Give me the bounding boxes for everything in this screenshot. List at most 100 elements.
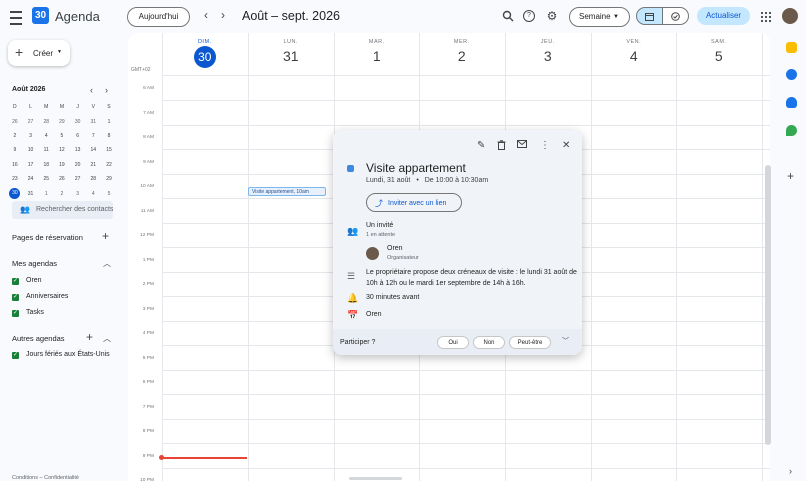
settings-gear-icon[interactable]: ⚙ [546,10,558,22]
search-icon[interactable] [502,10,514,22]
day-header[interactable]: MAR. 1 [334,33,420,75]
mini-day[interactable]: 12 [54,143,70,157]
calendar-checkbox[interactable] [12,309,19,317]
mini-day[interactable]: 16 [7,158,23,172]
add-booking-page-icon[interactable]: + [102,229,109,243]
add-addon-icon[interactable]: + [787,169,794,183]
hour-label: 5 PM [142,355,154,361]
mini-day[interactable]: 3 [70,186,86,200]
calendar-label: Tasks [26,309,44,316]
mini-day[interactable]: 1 [38,186,54,200]
previous-period-icon[interactable]: ‹ [204,8,208,22]
rsvp-yes-button[interactable]: Oui [437,336,469,349]
mini-day[interactable]: 26 [7,114,23,128]
chevron-up-icon[interactable]: ︿ [103,333,111,344]
mini-day[interactable]: 5 [101,186,117,200]
mini-day[interactable]: 13 [70,143,86,157]
mini-week-row: 9 10 11 12 13 14 15 [7,143,117,157]
invite-with-link-button[interactable]: ⤴ Inviter avec un lien [366,193,462,212]
mini-day[interactable]: 9 [7,143,23,157]
rsvp-maybe-button[interactable]: Peut-être [509,336,551,349]
mini-day[interactable]: 4 [85,186,101,200]
day-of-week: DIM. [197,39,212,45]
chevron-up-icon[interactable]: ︿ [103,258,111,269]
rsvp-no-button[interactable]: Non [473,336,505,349]
collapse-panel-icon[interactable]: › [789,466,792,476]
mini-day[interactable]: 29 [101,172,117,186]
vertical-scrollbar[interactable] [765,165,771,445]
mini-day[interactable]: 7 [85,129,101,143]
update-button[interactable]: Actualiser [697,7,750,25]
more-options-icon[interactable]: ⋮ [540,140,550,151]
day-header[interactable]: JEU. 3 [505,33,591,75]
close-icon[interactable]: ✕ [562,140,570,151]
contacts-icon[interactable] [786,97,797,108]
mini-day[interactable]: 5 [54,129,70,143]
view-selector[interactable]: Semaine ▼ [569,7,630,27]
mini-day[interactable]: 25 [38,172,54,186]
event-chip[interactable]: Visite appartement, 10am [248,187,326,196]
mini-day[interactable]: 2 [7,129,23,143]
add-other-calendar-icon[interactable]: + [86,330,93,344]
mini-day[interactable]: 29 [54,114,70,128]
mini-day[interactable]: 20 [70,158,86,172]
mini-day[interactable]: 1 [101,114,117,128]
chevron-down-icon[interactable]: ﹀ [562,336,569,346]
day-header[interactable]: SAM. 5 [676,33,762,75]
mini-day[interactable]: 3 [23,129,39,143]
mini-day[interactable]: 4 [38,129,54,143]
main-menu-icon[interactable] [10,11,22,25]
day-header[interactable]: MER. 2 [419,33,505,75]
help-icon[interactable]: ? [523,10,535,22]
mini-day[interactable]: 28 [38,114,54,128]
mini-prev-month-icon[interactable]: ‹ [90,85,93,95]
mini-day[interactable]: 6 [70,129,86,143]
mini-day[interactable]: 26 [54,172,70,186]
mini-day[interactable]: 18 [38,158,54,172]
mini-day[interactable]: 31 [85,114,101,128]
next-period-icon[interactable]: › [221,8,225,22]
mini-next-month-icon[interactable]: › [105,85,108,95]
tasks-view-toggle[interactable] [662,7,689,25]
mini-day[interactable]: 30 [70,114,86,128]
mini-day[interactable]: 23 [7,172,23,186]
mini-day[interactable]: 27 [70,172,86,186]
email-guests-icon[interactable] [517,140,527,152]
day-header[interactable]: DIM. 30 [162,33,248,75]
search-people-input[interactable]: 👥 Rechercher des contacts [12,201,113,219]
mini-day[interactable]: 8 [101,129,117,143]
event-description: Le propriétaire propose deux créneaux de… [366,269,577,287]
account-avatar[interactable] [782,8,798,24]
maps-icon[interactable] [786,125,797,136]
mini-day[interactable]: 28 [85,172,101,186]
mini-day[interactable]: 2 [54,186,70,200]
mini-week-row: 23 24 25 26 27 28 29 [7,172,117,186]
mini-day[interactable]: 11 [38,143,54,157]
calendar-checkbox[interactable] [12,351,19,359]
mini-day-today[interactable]: 30 [7,186,23,200]
mini-day[interactable]: 31 [23,186,39,200]
mini-day[interactable]: 14 [85,143,101,157]
mini-day[interactable]: 19 [54,158,70,172]
calendar-checkbox[interactable] [12,293,19,301]
mini-day[interactable]: 27 [23,114,39,128]
keep-icon[interactable] [786,42,797,53]
create-button[interactable]: + Créer ▼ [8,40,70,66]
edit-pencil-icon[interactable]: ✎ [477,140,485,151]
day-header[interactable]: VEN. 4 [591,33,677,75]
mini-day[interactable]: 21 [85,158,101,172]
day-header[interactable]: LUN. 31 [248,33,334,75]
delete-trash-icon[interactable] [497,140,506,153]
mini-day[interactable]: 24 [23,172,39,186]
mini-day[interactable]: 15 [101,143,117,157]
today-button[interactable]: Aujourd'hui [127,7,190,27]
mini-day[interactable]: 17 [23,158,39,172]
mini-day[interactable]: 22 [101,158,117,172]
calendar-checkbox[interactable] [12,277,19,285]
apps-grid-icon[interactable] [760,10,772,23]
horizontal-scrollbar[interactable] [349,477,402,480]
calendar-view-toggle[interactable] [636,7,663,25]
mini-day[interactable]: 10 [23,143,39,157]
footer-links[interactable]: Conditions – Confidentialité [12,475,79,481]
tasks-icon[interactable] [786,69,797,80]
